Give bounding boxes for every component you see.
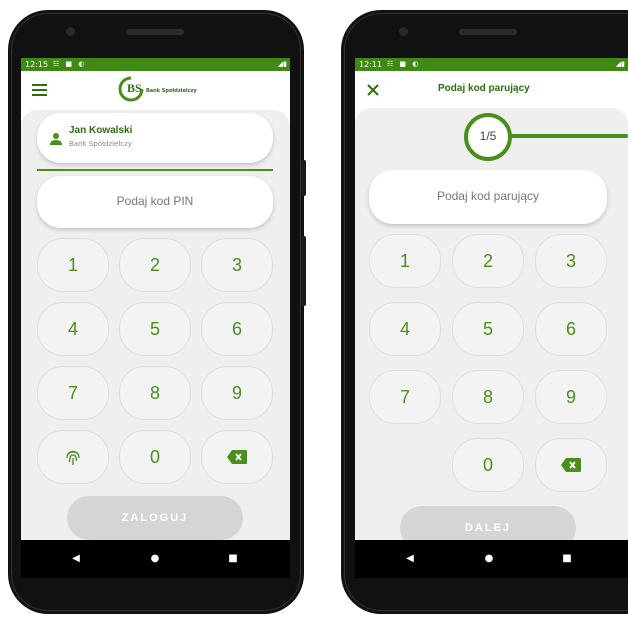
power-button: [301, 160, 306, 196]
hamburger-icon: [32, 84, 47, 96]
login-panel: Jan Kowalski Bank Spółdzielczy Podaj kod…: [21, 110, 290, 540]
signal-battery-icons: ◢▮: [615, 60, 625, 68]
key-7[interactable]: 7: [369, 370, 441, 424]
key-8[interactable]: 8: [119, 366, 191, 420]
screen-title: Podaj kod parujący: [438, 83, 530, 94]
key-4[interactable]: 4: [369, 302, 441, 356]
user-card[interactable]: Jan Kowalski Bank Spółdzielczy: [37, 113, 273, 163]
key-0[interactable]: 0: [452, 438, 524, 492]
key-6[interactable]: 6: [201, 302, 273, 356]
recents-nav-icon[interactable]: ■: [547, 540, 587, 578]
back-nav-icon[interactable]: ◀: [390, 540, 430, 578]
signal-battery-icons: ◢▮: [277, 60, 287, 68]
pin-placeholder: Podaj kod PIN: [116, 194, 194, 208]
pairing-code-input[interactable]: Podaj kod parujący: [369, 170, 607, 224]
user-bank: Bank Spółdzielczy: [69, 140, 132, 148]
home-nav-icon[interactable]: ●: [469, 540, 509, 578]
backspace-icon: [227, 450, 247, 464]
fingerprint-icon: [66, 450, 80, 465]
pairing-panel: 1/5 Podaj kod parujący 1 2 3 4 5 6 7 8 9…: [355, 108, 628, 550]
notification-icons: ☷ ■ ◐: [53, 60, 87, 68]
key-8[interactable]: 8: [452, 370, 524, 424]
progress-line: [505, 134, 628, 138]
bank-logo: BS Bank Spółdzielczy: [117, 75, 207, 103]
android-nav-bar: ◀ ● ■: [21, 540, 290, 578]
logo-letters: BS: [127, 81, 142, 95]
speaker-grille: [126, 29, 184, 35]
key-3[interactable]: 3: [201, 238, 273, 292]
key-4[interactable]: 4: [37, 302, 109, 356]
backspace-key[interactable]: [201, 430, 273, 484]
front-camera: [399, 27, 408, 36]
status-time: 12:15: [25, 60, 49, 69]
backspace-icon: [561, 458, 581, 472]
user-name: Jan Kowalski: [69, 125, 133, 136]
code-placeholder: Podaj kod parujący: [436, 189, 540, 203]
pin-input[interactable]: Podaj kod PIN: [37, 176, 273, 228]
key-2[interactable]: 2: [119, 238, 191, 292]
key-0[interactable]: 0: [119, 430, 191, 484]
key-5[interactable]: 5: [452, 302, 524, 356]
login-screen: 12:15 ☷ ■ ◐ ◢▮ BS Bank Spółdzielczy Jan …: [21, 58, 290, 578]
key-9[interactable]: 9: [201, 366, 273, 420]
person-icon: [50, 133, 62, 145]
front-camera: [66, 27, 75, 36]
key-1[interactable]: 1: [369, 234, 441, 288]
key-1[interactable]: 1: [37, 238, 109, 292]
progress-step-circle: 1/5: [464, 113, 512, 161]
key-3[interactable]: 3: [535, 234, 607, 288]
close-button[interactable]: [366, 82, 380, 96]
fingerprint-key[interactable]: [37, 430, 109, 484]
home-nav-icon[interactable]: ●: [135, 540, 175, 578]
speaker-grille: [459, 29, 517, 35]
backspace-key[interactable]: [535, 438, 607, 492]
key-7[interactable]: 7: [37, 366, 109, 420]
status-bar: 12:11 ☷ ■ ◐ ◢▮: [355, 58, 628, 71]
volume-button: [301, 236, 306, 306]
progress-step-label: 1/5: [479, 129, 497, 143]
key-2[interactable]: 2: [452, 234, 524, 288]
key-9[interactable]: 9: [535, 370, 607, 424]
key-6[interactable]: 6: [535, 302, 607, 356]
back-nav-icon[interactable]: ◀: [56, 540, 96, 578]
login-button[interactable]: ZALOGUJ: [67, 496, 243, 540]
pairing-screen: 12:11 ☷ ■ ◐ ◢▮ Podaj kod parujący 1/5 Po…: [355, 58, 628, 578]
key-5[interactable]: 5: [119, 302, 191, 356]
status-time: 12:11: [359, 60, 383, 69]
android-nav-bar: ◀ ● ■: [355, 540, 628, 578]
status-bar: 12:15 ☷ ■ ◐ ◢▮: [21, 58, 290, 71]
notification-icons: ☷ ■ ◐: [387, 60, 421, 68]
menu-button[interactable]: [31, 82, 49, 96]
close-icon: [367, 84, 379, 96]
recents-nav-icon[interactable]: ■: [213, 540, 253, 578]
logo-bank-name: Bank Spółdzielczy: [146, 88, 197, 94]
green-divider: [37, 169, 273, 171]
